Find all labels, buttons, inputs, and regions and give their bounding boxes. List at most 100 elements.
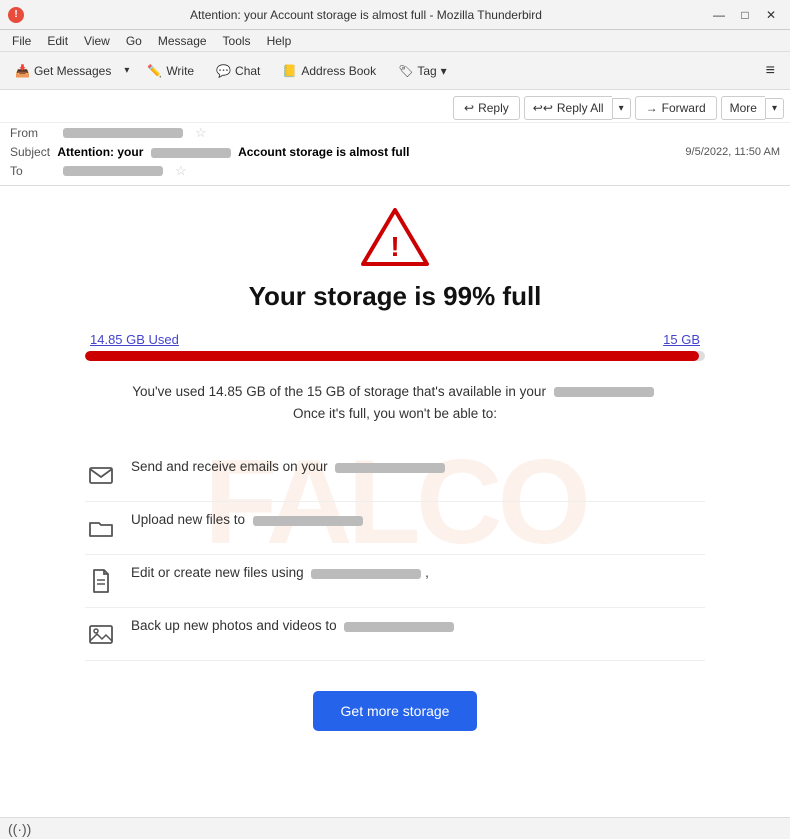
tag-button[interactable]: 🏷 Tag ▾ <box>389 60 456 82</box>
reply-all-icon: ↩↩ <box>533 101 553 115</box>
address-book-icon: 📒 <box>282 64 297 78</box>
image-icon <box>85 618 117 650</box>
get-messages-arrow[interactable]: ▾ <box>120 61 134 80</box>
folder-email-blurred <box>253 516 363 526</box>
list-item: Back up new photos and videos to <box>85 608 705 661</box>
chat-label: Chat <box>235 64 260 78</box>
get-messages-label: Get Messages <box>34 64 111 78</box>
write-label: Write <box>166 64 194 78</box>
image-email-blurred <box>344 622 454 632</box>
subject-label: Subject <box>10 145 50 159</box>
mail-email-blurred <box>335 463 445 473</box>
more-label: More <box>730 101 757 115</box>
to-row: To ☆ <box>0 161 790 181</box>
desc-blurred-account <box>554 387 654 397</box>
title-bar: ! Attention: your Account storage is alm… <box>0 0 790 30</box>
main-toolbar: 📥 Get Messages ▾ ✏️ Write 💬 Chat 📒 Addre… <box>0 52 790 90</box>
menu-help[interactable]: Help <box>259 30 300 51</box>
from-address <box>63 128 183 138</box>
subject-main: Account storage is almost full <box>238 145 409 159</box>
menu-file[interactable]: File <box>4 30 39 51</box>
chat-button[interactable]: 💬 Chat <box>207 60 269 82</box>
file-icon <box>85 565 117 597</box>
more-dropdown[interactable]: More ▾ <box>721 96 784 120</box>
get-messages-dropdown[interactable]: 📥 Get Messages ▾ <box>6 60 134 82</box>
address-book-label: Address Book <box>301 64 376 78</box>
email-date: 9/5/2022, 11:50 AM <box>685 146 780 158</box>
reply-icon: ↩ <box>464 101 474 115</box>
subject-blurred <box>151 148 231 158</box>
menu-edit[interactable]: Edit <box>39 30 76 51</box>
email-action-toolbar: ↩ Reply ↩↩ Reply All ▾ → Forward More ▾ <box>0 94 790 123</box>
star-icon[interactable]: ☆ <box>195 125 207 141</box>
write-button[interactable]: ✏️ Write <box>138 60 203 82</box>
get-messages-button[interactable]: 📥 Get Messages <box>6 60 120 82</box>
tag-label: Tag <box>417 64 436 78</box>
menu-view[interactable]: View <box>76 30 118 51</box>
image-feature-text: Back up new photos and videos to <box>131 618 454 633</box>
storage-labels: 14.85 GB Used 15 GB <box>85 332 705 347</box>
more-button[interactable]: More <box>721 96 765 120</box>
email-header: ↩ Reply ↩↩ Reply All ▾ → Forward More ▾ … <box>0 90 790 186</box>
status-icon: ((·)) <box>8 821 31 837</box>
subject-text: Subject Attention: your Account storage … <box>10 145 409 159</box>
storage-title: Your storage is 99% full <box>85 281 705 312</box>
svg-text:!: ! <box>390 231 399 262</box>
minimize-button[interactable]: — <box>708 6 730 24</box>
list-item: Send and receive emails on your <box>85 449 705 502</box>
subject-prefix: Attention: your <box>57 145 143 159</box>
list-item: Edit or create new files using , <box>85 555 705 608</box>
storage-description: You've used 14.85 GB of the 15 GB of sto… <box>85 381 705 424</box>
more-arrow[interactable]: ▾ <box>765 98 784 119</box>
tag-icon: 🏷 <box>398 64 413 78</box>
warning-triangle-icon: ! <box>360 206 430 266</box>
folder-feature-text: Upload new files to <box>131 512 363 527</box>
to-address <box>63 166 163 176</box>
chat-icon: 💬 <box>216 64 231 78</box>
file-feature-text: Edit or create new files using , <box>131 565 429 580</box>
hamburger-menu-button[interactable]: ≡ <box>757 58 784 84</box>
get-messages-icon: 📥 <box>15 64 30 78</box>
menu-bar: File Edit View Go Message Tools Help <box>0 30 790 52</box>
desc-part1: You've used 14.85 GB of the 15 GB of sto… <box>132 384 546 399</box>
forward-button[interactable]: → Forward <box>635 96 717 120</box>
storage-bar-section: 14.85 GB Used 15 GB <box>85 332 705 361</box>
storage-used-label[interactable]: 14.85 GB Used <box>90 332 179 347</box>
menu-message[interactable]: Message <box>150 30 215 51</box>
subject-row: Subject Attention: your Account storage … <box>0 143 790 161</box>
storage-bar-fill <box>85 351 699 361</box>
reply-button[interactable]: ↩ Reply <box>453 96 520 120</box>
app-icon: ! <box>8 7 24 23</box>
to-star-icon[interactable]: ☆ <box>175 163 187 179</box>
reply-all-dropdown[interactable]: ↩↩ Reply All ▾ <box>524 96 631 120</box>
desc-part2: Once it's full, you won't be able to: <box>293 406 497 421</box>
get-more-storage-button[interactable]: Get more storage <box>313 691 478 731</box>
maximize-button[interactable]: □ <box>734 6 756 24</box>
menu-tools[interactable]: Tools <box>215 30 259 51</box>
reply-label: Reply <box>478 101 509 115</box>
reply-all-button[interactable]: ↩↩ Reply All <box>524 96 612 120</box>
forward-icon: → <box>646 101 658 115</box>
file-email-blurred <box>311 569 421 579</box>
mail-feature-text: Send and receive emails on your <box>131 459 445 474</box>
list-item: Upload new files to <box>85 502 705 555</box>
email-body: FALCO ! Your storage is 99% full 14.85 G… <box>0 186 790 817</box>
window-controls: — □ ✕ <box>708 6 782 24</box>
warning-icon-section: ! <box>85 206 705 266</box>
status-bar: ((·)) <box>0 817 790 839</box>
write-icon: ✏️ <box>147 64 162 78</box>
email-content: ! Your storage is 99% full 14.85 GB Used… <box>45 186 745 771</box>
folder-icon <box>85 512 117 544</box>
tag-arrow: ▾ <box>441 64 447 78</box>
address-book-button[interactable]: 📒 Address Book <box>273 60 385 82</box>
from-row: From ☆ <box>0 123 790 143</box>
storage-bar-track <box>85 351 705 361</box>
from-label: From <box>10 126 55 140</box>
storage-total-label[interactable]: 15 GB <box>663 332 700 347</box>
close-button[interactable]: ✕ <box>760 6 782 24</box>
window-title: Attention: your Account storage is almos… <box>32 8 700 22</box>
menu-go[interactable]: Go <box>118 30 150 51</box>
reply-all-label: Reply All <box>557 101 604 115</box>
forward-label: Forward <box>662 101 706 115</box>
reply-all-arrow[interactable]: ▾ <box>612 98 631 119</box>
